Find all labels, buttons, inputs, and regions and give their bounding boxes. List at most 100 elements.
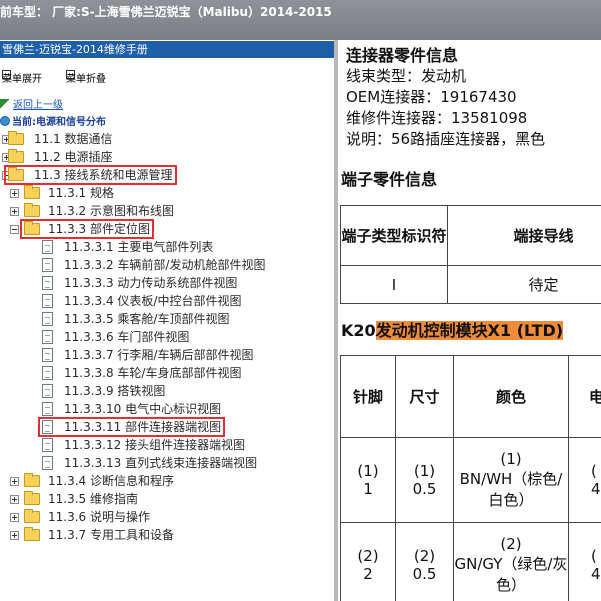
back-arrow-icon	[0, 99, 10, 109]
tree-item-label: 11.3.3.9 搭铁视图	[64, 384, 166, 398]
highlight-box	[4, 165, 177, 185]
tree-item-label: 11.3.4 诊断信息和程序	[48, 474, 174, 488]
expand-toggle-icon[interactable]	[10, 207, 19, 216]
header-terminal-type: 端子类型标识符	[340, 205, 448, 266]
table-row: (1) 1 (1) 0.5 (1) BN/WH（棕色/白色） ( 4	[340, 437, 601, 523]
connector-description: 说明：56路插座连接器，黑色	[346, 130, 546, 148]
header-size: 尺寸	[395, 355, 454, 438]
oem-connector: OEM连接器：19167430	[346, 88, 517, 106]
tree-folder-item[interactable]: 11.1 数据通信	[0, 130, 334, 148]
tree-item-label: 11.3.3.6 车门部件视图	[64, 330, 190, 344]
tree-folder-item[interactable]: 11.3.7 专用工具和设备	[0, 526, 334, 544]
tree-folder-item[interactable]: 11.3.2 示意图和布线图	[0, 202, 334, 220]
collapse-toggle-icon[interactable]	[10, 225, 19, 234]
tree-folder-item[interactable]: 11.2 电源插座	[0, 148, 334, 166]
color-cell: (2) GN/GY（绿色/灰色）	[453, 522, 569, 601]
tree-page-item[interactable]: 11.3.3.5 乘客舱/车顶部件视图	[0, 310, 334, 328]
navigation-panel: 雪佛兰-迈锐宝-2014维修手册 菜单展开 菜单折叠 返回上一级 当前:电源和信…	[0, 40, 334, 601]
document-icon	[42, 294, 53, 308]
document-icon	[42, 240, 53, 254]
tree-page-item[interactable]: 11.3.3.13 直列式线束连接器端视图	[0, 454, 334, 472]
module-name: 发动机控制模块X1 (LTD)	[375, 321, 564, 340]
tree-item-label: 11.3.5 维修指南	[48, 492, 138, 506]
document-icon	[42, 402, 53, 416]
tree-item-label: 11.3.3.12 接头组件连接器端视图	[64, 438, 246, 452]
tree-item-label: 11.3.3.1 主要电气部件列表	[64, 240, 214, 254]
header-color: 颜色	[453, 355, 569, 438]
pin-table: 针脚 尺寸 颜色 电路 (1) 1 (1) 0.5 (1) BN/WH（棕色/白…	[340, 355, 601, 601]
header-terminating-wire: 端接导线	[447, 205, 601, 266]
terminating-wire-value: 待定	[447, 265, 601, 304]
folder-icon	[24, 203, 40, 217]
current-location: 当前:电源和信号分布	[0, 113, 106, 128]
document-icon	[42, 276, 53, 290]
tree-page-item[interactable]: 11.3.3.1 主要电气部件列表	[0, 238, 334, 256]
document-icon	[42, 456, 53, 470]
tree-item-label: 11.3.3.2 车辆前部/发动机舱部件视图	[64, 258, 266, 272]
content-panel: 连接器零件信息 线束类型：发动机 OEM连接器：19167430 维修件连接器：…	[338, 40, 601, 601]
tree-page-item[interactable]: 11.3.3.6 车门部件视图	[0, 328, 334, 346]
header-circuit: 电路	[568, 355, 601, 438]
pin-cell: (2) 2	[340, 522, 396, 601]
tree-page-item[interactable]: 11.3.3.12 接头组件连接器端视图	[0, 436, 334, 454]
tree-item-label: 11.3.2 示意图和布线图	[48, 204, 174, 218]
tree-page-item[interactable]: 11.3.3.9 搭铁视图	[0, 382, 334, 400]
folder-icon	[24, 185, 40, 199]
expand-toggle-icon[interactable]	[10, 531, 19, 540]
folder-icon	[8, 131, 24, 145]
terminal-info-title: 端子零件信息	[341, 170, 438, 189]
highlight-box	[20, 219, 154, 239]
pin-cell: (1) 1	[340, 437, 396, 523]
tree-page-item[interactable]: 11.3.3.8 车轮/车身底部部件视图	[0, 364, 334, 382]
tree-item-label: 11.3.3.10 电气中心标识视图	[64, 402, 222, 416]
terminal-table: 端子类型标识符 端接导线 I 待定	[340, 205, 601, 304]
document-icon	[42, 438, 53, 452]
expand-toggle-icon[interactable]	[10, 189, 19, 198]
tree-page-item[interactable]: 11.3.3.3 动力传动系统部件视图	[0, 274, 334, 292]
folder-icon	[8, 149, 24, 163]
window-title: 前车型： 厂家:S-上海雪佛兰迈锐宝（Malibu）2014-2015	[0, 5, 332, 19]
tree-item-label: 11.3.3.7 行李厢/车辆后部部件视图	[64, 348, 254, 362]
table-row: (2) 2 (2) 0.5 (2) GN/GY（绿色/灰色） ( 4	[340, 522, 601, 601]
tree-folder-item[interactable]: 11.3.1 规格	[0, 184, 334, 202]
folder-icon	[24, 527, 40, 541]
module-title: K20发动机控制模块X1 (LTD)	[341, 317, 564, 341]
tree-item-label: 11.3.1 规格	[48, 186, 114, 200]
terminal-type-value: I	[340, 265, 448, 304]
tree-item-label: 11.3.3.3 动力传动系统部件视图	[64, 276, 238, 290]
folder-icon	[24, 491, 40, 505]
document-icon	[42, 366, 53, 380]
tree-folder-item[interactable]: 11.3.4 诊断信息和程序	[0, 472, 334, 490]
size-cell: (2) 0.5	[395, 522, 454, 601]
tree-item-label: 11.3.3.4 仪表板/中控台部件视图	[64, 294, 242, 308]
document-icon	[42, 312, 53, 326]
tree-page-item[interactable]: 11.3.3.7 行李厢/车辆后部部件视图	[0, 346, 334, 364]
document-icon	[42, 330, 53, 344]
window-title-bar: 前车型： 厂家:S-上海雪佛兰迈锐宝（Malibu）2014-2015	[0, 0, 601, 40]
size-cell: (1) 0.5	[395, 437, 454, 523]
tree-item-label: 11.1 数据通信	[34, 132, 113, 146]
document-icon	[42, 258, 53, 272]
folder-icon	[24, 473, 40, 487]
expand-toggle-icon[interactable]	[10, 513, 19, 522]
module-code: K20	[341, 321, 376, 340]
tree-item-label: 11.3.7 专用工具和设备	[48, 528, 174, 542]
expand-toggle-icon[interactable]	[10, 495, 19, 504]
tree-page-item[interactable]: 11.3.3.4 仪表板/中控台部件视图	[0, 292, 334, 310]
back-link[interactable]: 返回上一级	[0, 96, 63, 111]
harness-type: 线束类型：发动机	[346, 67, 467, 85]
tree-page-item[interactable]: 11.3.3.2 车辆前部/发动机舱部件视图	[0, 256, 334, 274]
tree-item-label: 11.3.3.5 乘客舱/车顶部件视图	[64, 312, 230, 326]
connector-info-title: 连接器零件信息	[346, 46, 459, 65]
folder-icon	[24, 509, 40, 523]
service-connector: 维修件连接器：13581098	[346, 109, 528, 127]
expand-toggle-icon[interactable]	[10, 477, 19, 486]
document-icon	[42, 348, 53, 362]
globe-icon	[0, 116, 10, 126]
tree-page-item[interactable]: 11.3.3.10 电气中心标识视图	[0, 400, 334, 418]
circuit-cell: ( 4	[568, 437, 601, 523]
tree-folder-item[interactable]: 11.3.5 维修指南	[0, 490, 334, 508]
document-icon	[42, 384, 53, 398]
tree-folder-item[interactable]: 11.3.6 说明与操作	[0, 508, 334, 526]
tree-item-label: 11.2 电源插座	[34, 150, 113, 164]
